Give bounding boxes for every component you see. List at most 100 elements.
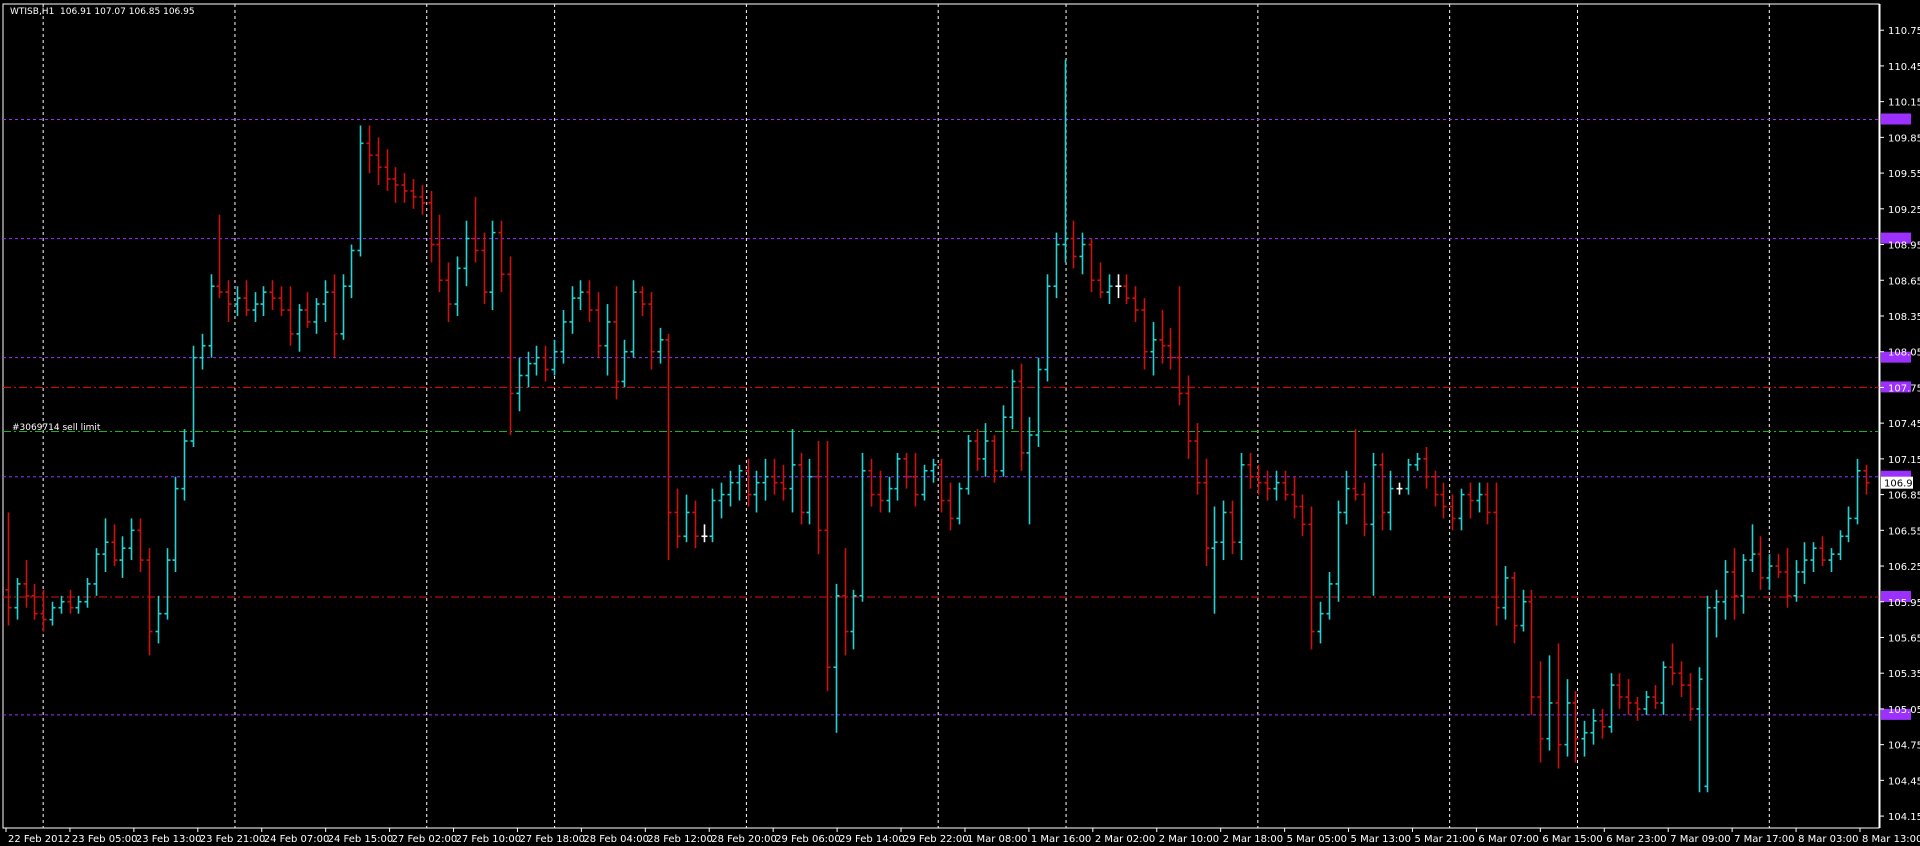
price-bar: [930, 458, 937, 483]
price-bar: [75, 595, 82, 614]
time-label: 6 Mar 15:00: [1542, 834, 1602, 845]
price-bar: [762, 458, 769, 501]
price-tick-label: 108.05: [1888, 348, 1920, 359]
price-bar: [1044, 274, 1051, 382]
horizontal-levels[interactable]: [3, 113, 1911, 720]
price-bar: [1343, 470, 1350, 525]
price-bar: [630, 280, 637, 358]
time-label: 5 Mar 21:00: [1414, 834, 1474, 845]
price-bar: [1370, 452, 1377, 596]
price-bar: [172, 476, 179, 572]
price-bar: [1704, 595, 1711, 793]
price-bar: [621, 339, 628, 388]
price-bar: [798, 452, 805, 525]
price-bar: [1396, 482, 1403, 495]
price-bar: [102, 518, 109, 572]
price-bar: [1449, 494, 1456, 531]
price-bar: [146, 548, 153, 656]
price-bar: [419, 184, 426, 215]
price-bar: [348, 244, 355, 299]
price-chart[interactable]: 110.75 110.45 110.15 109.85 109.55 109.25 108.…: [0, 0, 1920, 846]
price-bar: [886, 476, 893, 513]
price-bar: [1845, 506, 1852, 543]
price-axis[interactable]: 110.75 110.45 110.15 109.85 109.55 109.25 108.…: [1879, 4, 1920, 828]
price-bar: [155, 595, 162, 644]
price-bar: [1150, 321, 1157, 376]
price-bar: [1326, 571, 1333, 620]
order-label[interactable]: #3069714 sell limit: [12, 423, 100, 433]
price-bar: [287, 286, 294, 346]
price-bar: [5, 512, 12, 626]
price-bar: [824, 441, 831, 692]
price-bar: [111, 524, 118, 567]
price-bar: [84, 577, 91, 608]
price-bar: [1423, 446, 1430, 489]
price-bar: [481, 232, 488, 305]
price-bar: [1432, 470, 1439, 507]
price-bar: [1414, 452, 1421, 471]
price-bar: [1335, 500, 1342, 602]
price-bar: [23, 560, 30, 608]
price-tick-label: 105.35: [1888, 669, 1920, 680]
price-bar: [498, 220, 505, 293]
price-bar: [806, 458, 813, 525]
price-bar: [331, 274, 338, 358]
price-bar: [1757, 536, 1764, 590]
price-bar: [1361, 482, 1368, 537]
price-tick-label: 108.65: [1888, 276, 1920, 287]
time-label: 8 Mar 03:00: [1798, 834, 1858, 845]
price-tick-label: 106.55: [1888, 526, 1920, 537]
chart-window[interactable]: 110.75 110.45 110.15 109.85 109.55 109.25 108.…: [0, 0, 1920, 846]
price-bar: [577, 280, 584, 311]
price-bar: [903, 452, 910, 489]
time-axis[interactable]: 22 Feb 2012 23 Feb 05:0023 Feb 13:0023 Fe…: [5, 828, 1920, 845]
price-bar: [428, 190, 435, 263]
price-bar: [1132, 286, 1139, 322]
price-bar: [1546, 655, 1553, 751]
price-bar: [199, 333, 206, 370]
price-bar: [14, 577, 21, 620]
symbol-name: WTISB,H1: [10, 7, 55, 17]
price-bar: [921, 464, 928, 501]
price-bar: [525, 351, 532, 388]
price-bar: [727, 470, 734, 507]
price-bar: [1053, 232, 1060, 299]
price-bar: [1819, 536, 1826, 567]
price-bar: [516, 357, 523, 412]
price-bar: [1555, 643, 1562, 769]
time-label: 8 Mar 13:00: [1862, 834, 1920, 845]
price-bar: [243, 280, 250, 316]
time-label: 28 Feb 20:00: [711, 834, 777, 845]
price-tick-label: 104.45: [1888, 776, 1920, 787]
price-tick-label: 108.35: [1888, 312, 1920, 323]
price-tick-label: 104.75: [1888, 741, 1920, 752]
price-bar: [1608, 673, 1615, 733]
price-bar: [965, 435, 972, 495]
chart-frame: [2, 3, 1880, 829]
price-bar: [974, 429, 981, 471]
price-bar: [507, 256, 514, 436]
price-bar: [877, 470, 884, 513]
price-bar: [1035, 357, 1042, 447]
price-bar: [780, 464, 787, 501]
price-bar: [40, 589, 47, 632]
price-bar: [991, 435, 998, 483]
price-bar: [93, 548, 100, 596]
time-label: 24 Feb 15:00: [328, 834, 394, 845]
price-tick-label: 109.85: [1888, 133, 1920, 144]
price-bar: [1405, 458, 1412, 495]
price-bar: [340, 274, 347, 340]
time-label: 5 Mar 05:00: [1287, 834, 1347, 845]
price-tick-label: 104.15: [1888, 812, 1920, 823]
price-bar: [445, 262, 452, 322]
price-bar: [1291, 476, 1298, 519]
price-bar: [164, 548, 171, 620]
time-label: 2 Mar 18:00: [1223, 834, 1283, 845]
time-label: 22 Feb 2012: [8, 834, 70, 845]
price-tick-label: 110.75: [1888, 26, 1920, 37]
plot-border: [2, 3, 1880, 829]
price-bar: [1669, 643, 1676, 686]
price-bar: [1247, 452, 1254, 489]
price-bar: [613, 286, 620, 400]
price-bar: [1123, 274, 1130, 305]
